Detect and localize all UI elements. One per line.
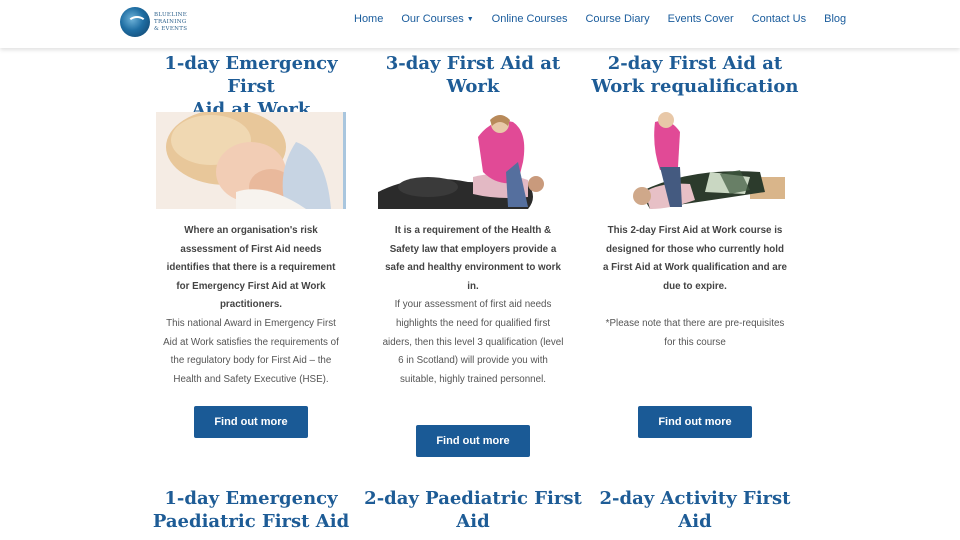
card-text-line: If your assessment of first aid needs [394, 299, 552, 311]
nav-blog-label: Blog [824, 13, 847, 25]
main-nav: Home Our Courses ▼ Online Courses Course … [354, 13, 864, 25]
find-out-more-button[interactable]: Find out more [194, 406, 308, 438]
card-description: It is a requirement of the Health & Safe… [363, 222, 583, 389]
card-text-line: due to expire. [663, 280, 727, 292]
card-text-line: Where an organisation's risk [184, 225, 318, 236]
card-text-line: It is a requirement of the Health & [394, 225, 552, 236]
card-title-line-1: 2-day Activity First [599, 488, 791, 509]
logo-line-3: & EVENTS [154, 25, 188, 32]
card-text-line: assessment of First Aid needs [180, 243, 322, 255]
card-title-line-2: Work [446, 76, 500, 97]
card-title-line-1: 1-day Emergency First [164, 53, 338, 97]
nav-our-courses-label: Our Courses [401, 13, 464, 25]
card-text-line: designed for those who currently hold [606, 243, 784, 255]
card-text-line: in. [467, 280, 479, 292]
nav-events-cover[interactable]: Events Cover [668, 13, 734, 25]
caret-down-icon: ▼ [466, 15, 474, 23]
card-text-line: aiders, then this level 3 qualification … [382, 336, 564, 348]
card-title-line-1: 1-day Emergency [164, 488, 338, 509]
card-title-line-1: 2-day First Aid at [607, 53, 783, 74]
card-text-line: This 2-day First Aid at Work course is [607, 225, 783, 236]
course-image-faw [378, 112, 568, 209]
card-title-line-2: Paediatric First Aid [152, 511, 350, 532]
card-text-line: Health and Safety Executive (HSE). [173, 373, 329, 385]
card-text-line: Aid at Work satisfies the requirements o… [163, 336, 339, 348]
course-card-title-afa[interactable]: 2-day Activity First Aid [575, 487, 815, 533]
card-title-line-2: Work requalification [591, 76, 799, 97]
card-text-line: identifies that there is a requirement [166, 262, 336, 274]
logo-line-1: BLUELINE [154, 11, 188, 18]
card-text-line: This national Award in Emergency First [166, 317, 336, 329]
card-text-line: Safety law that employers provide a [389, 243, 557, 255]
card-title-line-2: Aid [678, 511, 712, 532]
card-text-line: for Emergency First Aid at Work [176, 280, 326, 292]
card-title-line-2: Aid [456, 511, 490, 532]
course-image-efaw [156, 112, 346, 209]
card-text-line: suitable, highly trained personnel. [400, 373, 546, 385]
logo-text: BLUELINE TRAINING & EVENTS [154, 12, 187, 33]
nav-home[interactable]: Home [354, 13, 383, 25]
card-text-line: 6 in Scotland) will provide you with [398, 355, 548, 367]
logo-icon [120, 7, 150, 37]
logo-line-2: TRAINING [154, 18, 187, 25]
nav-contact-us[interactable]: Contact Us [752, 13, 806, 25]
card-description: Where an organisation's risk assessment … [141, 222, 361, 389]
site-header: BLUELINE TRAINING & EVENTS Home Our Cour… [0, 0, 960, 48]
nav-contact-us-label: Contact Us [751, 13, 807, 25]
card-description: This 2-day First Aid at Work course is d… [585, 222, 805, 352]
nav-home-label: Home [354, 13, 384, 25]
card-title-line-1: 2-day Paediatric First [364, 488, 582, 509]
course-image-faw-requal [600, 112, 790, 209]
card-title: 3-day First Aid at Work [363, 52, 583, 98]
nav-events-cover-label: Events Cover [667, 13, 734, 25]
first-aid-photo [156, 112, 346, 209]
first-aid-photo [378, 112, 568, 209]
card-text-line: practitioners. [219, 299, 283, 311]
nav-online-courses[interactable]: Online Courses [492, 13, 568, 25]
nav-online-courses-label: Online Courses [491, 13, 568, 25]
nav-course-diary-label: Course Diary [585, 13, 650, 25]
course-card-faw: 3-day First Aid at Work It is a requirem… [363, 52, 583, 462]
nav-blog[interactable]: Blog [824, 13, 846, 25]
card-text-line: *Please note that there are pre-requisit… [605, 317, 785, 329]
card-text-line: safe and healthy environment to work [385, 262, 561, 274]
first-aid-photo [600, 112, 790, 209]
card-title-line-1: 3-day First Aid at [385, 53, 561, 74]
course-card-title-epfa[interactable]: 1-day Emergency Paediatric First Aid [131, 487, 371, 533]
nav-course-diary[interactable]: Course Diary [585, 13, 649, 25]
course-card-faw-requal: 2-day First Aid at Work requalification … [585, 52, 805, 442]
card-title: 1-day Emergency First Aid at Work [141, 52, 361, 121]
card-text-line: highlights the need for qualified first [395, 317, 551, 329]
card-title: 2-day First Aid at Work requalification [585, 52, 805, 98]
course-card-title-pfa[interactable]: 2-day Paediatric First Aid [353, 487, 593, 533]
card-text-line: for this course [664, 336, 726, 348]
card-text-line: a First Aid at Work qualification and ar… [603, 262, 787, 274]
card-text-line: the regulatory body for First Aid – the [170, 355, 332, 367]
nav-our-courses[interactable]: Our Courses ▼ [401, 13, 473, 25]
site-logo[interactable]: BLUELINE TRAINING & EVENTS [120, 7, 187, 37]
find-out-more-button[interactable]: Find out more [416, 425, 530, 457]
course-card-efaw: 1-day Emergency First Aid at Work Where … [141, 52, 361, 442]
find-out-more-button[interactable]: Find out more [638, 406, 752, 438]
